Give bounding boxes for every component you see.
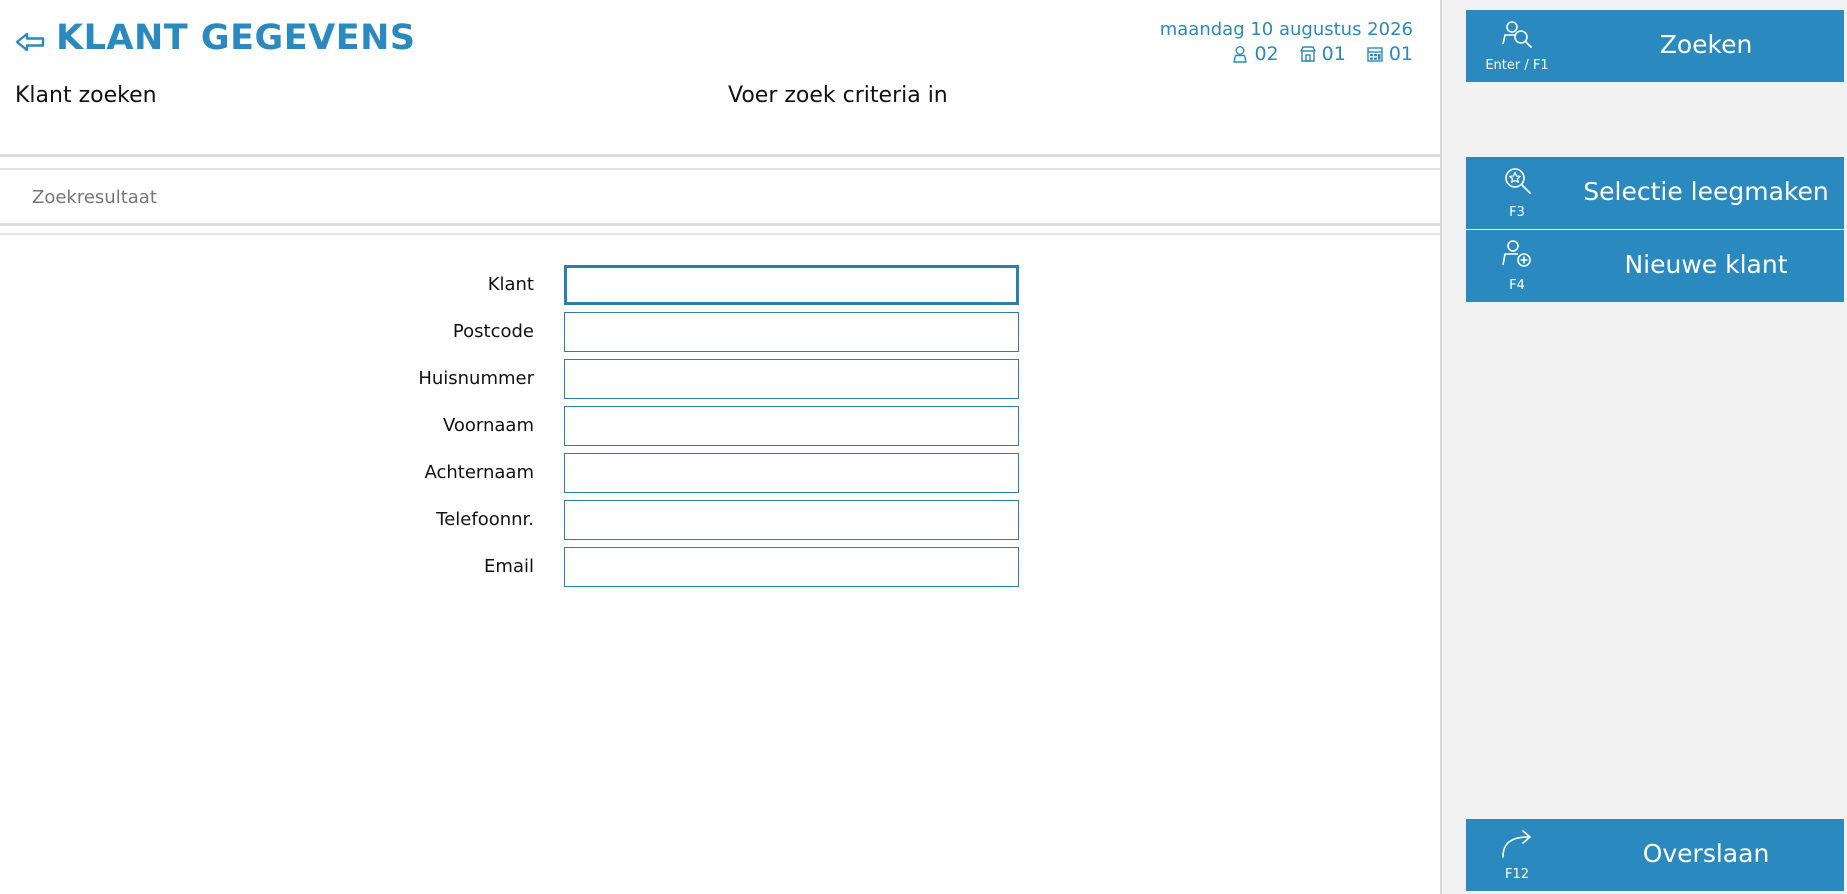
overslaan-button[interactable]: F12 Overslaan (1466, 819, 1844, 891)
header: KLANT GEGEVENS Klant zoeken Voer zoek cr… (0, 0, 1440, 157)
achternaam-input[interactable] (564, 453, 1019, 493)
user-icon (1233, 46, 1248, 63)
telefoonnr-input[interactable] (564, 500, 1019, 540)
field-row-email: Email (0, 547, 1100, 587)
field-row-postcode: Postcode (0, 312, 1100, 352)
search-user-icon (1502, 21, 1532, 48)
selectie-leegmaken-button[interactable]: F3 Selectie leegmaken (1466, 157, 1844, 229)
huisnummer-input[interactable] (564, 359, 1019, 399)
overslaan-label: Overslaan (1642, 839, 1770, 868)
zoeken-shortcut: Enter / F1 (1485, 58, 1549, 73)
selectie-leegmaken-shortcut: F3 (1509, 205, 1525, 220)
register-number: 01 (1388, 43, 1413, 65)
status-register: 01 (1366, 43, 1413, 65)
action-sidebar: Enter / F1 Zoeken F3 Selectie leegmaken … (1440, 0, 1847, 894)
overslaan-shortcut: F12 (1504, 867, 1530, 882)
voornaam-input[interactable] (564, 406, 1019, 446)
field-label-telefoonnr: Telefoonnr. (436, 509, 534, 530)
field-label-postcode: Postcode (452, 321, 534, 342)
date-label: maandag 10 augustus 2026 (1159, 19, 1413, 40)
field-row-achternaam: Achternaam (0, 453, 1100, 493)
selectie-leegmaken-label: Selectie leegmaken (1583, 177, 1829, 206)
field-label-email: Email (484, 556, 534, 577)
user-count: 02 (1254, 43, 1279, 65)
store-number: 01 (1321, 43, 1346, 65)
status-store: 01 (1299, 43, 1346, 65)
email-input[interactable] (564, 547, 1019, 587)
nieuwe-klant-label: Nieuwe klant (1624, 250, 1788, 279)
search-results-bar[interactable]: Zoekresultaat (0, 168, 1440, 226)
skip-arrow-icon (1502, 830, 1531, 858)
field-label-klant: Klant (487, 274, 534, 295)
register-icon (1367, 47, 1383, 62)
clear-search-icon (1505, 168, 1531, 194)
field-label-achternaam: Achternaam (424, 462, 534, 483)
nieuwe-klant-button[interactable]: F4 Nieuwe klant (1466, 230, 1844, 302)
zoeken-label: Zoeken (1659, 30, 1753, 59)
status-row: 02 01 01 (1231, 43, 1413, 65)
section-title: Klant zoeken (15, 83, 157, 108)
postcode-input[interactable] (564, 312, 1019, 352)
instruction-text: Voer zoek criteria in (728, 83, 948, 108)
field-row-telefoonnr: Telefoonnr. (0, 500, 1100, 540)
back-arrow-icon[interactable] (14, 26, 46, 58)
field-row-klant: Klant (0, 265, 1100, 305)
field-label-voornaam: Voornaam (442, 415, 534, 436)
page-title: KLANT GEGEVENS (56, 18, 416, 58)
field-row-huisnummer: Huisnummer (0, 359, 1100, 399)
field-row-voornaam: Voornaam (0, 406, 1100, 446)
klant-input[interactable] (564, 265, 1019, 305)
search-results-label: Zoekresultaat (32, 187, 157, 208)
field-label-huisnummer: Huisnummer (418, 368, 534, 389)
nieuwe-klant-shortcut: F4 (1509, 278, 1525, 293)
zoeken-button[interactable]: Enter / F1 Zoeken (1466, 10, 1844, 82)
search-form: Klant Postcode Huisnummer Voornaam Achte… (0, 233, 1440, 894)
main-panel: KLANT GEGEVENS Klant zoeken Voer zoek cr… (0, 0, 1440, 894)
app-window: KLANT GEGEVENS Klant zoeken Voer zoek cr… (0, 0, 1847, 894)
store-icon (1299, 46, 1316, 62)
add-user-icon (1502, 240, 1531, 267)
status-user: 02 (1231, 43, 1279, 65)
